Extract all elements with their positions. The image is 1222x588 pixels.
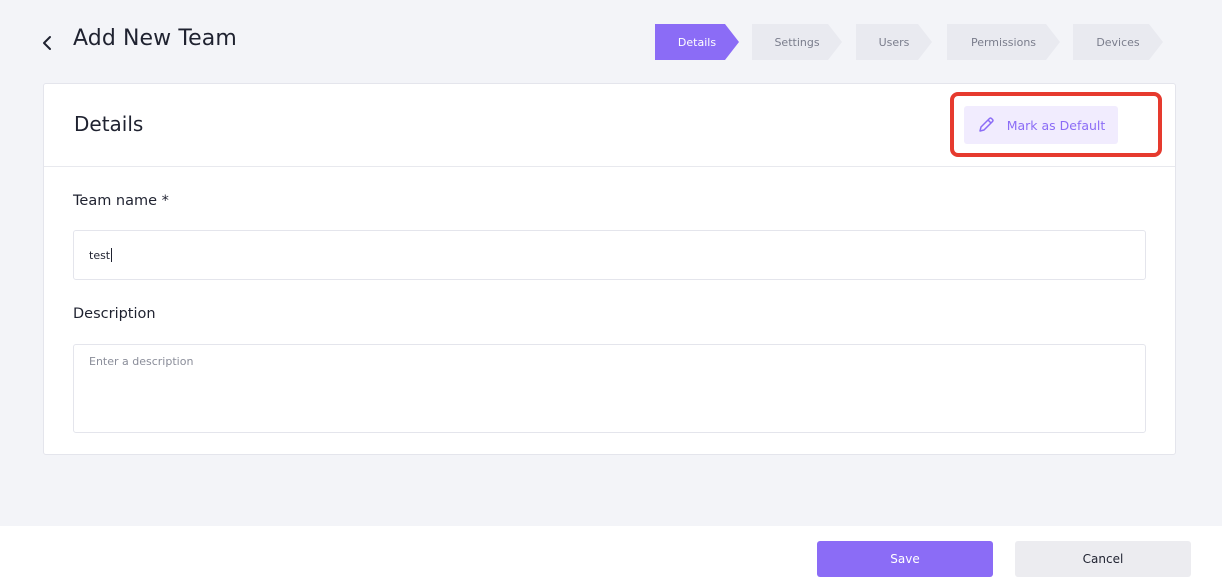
pencil-icon bbox=[978, 117, 994, 132]
page-title: Add New Team bbox=[73, 26, 237, 51]
description-textarea[interactable]: Enter a description bbox=[73, 344, 1146, 433]
card-title: Details bbox=[74, 112, 144, 136]
footer-bar: Save Cancel bbox=[0, 526, 1222, 588]
card-header: Details Mark as Default bbox=[44, 84, 1175, 167]
step-devices[interactable]: Devices bbox=[1073, 24, 1163, 60]
cancel-button[interactable]: Cancel bbox=[1015, 541, 1191, 577]
description-placeholder: Enter a description bbox=[89, 355, 194, 368]
step-permissions[interactable]: Permissions bbox=[947, 24, 1060, 60]
back-button[interactable] bbox=[36, 30, 58, 56]
step-users[interactable]: Users bbox=[856, 24, 932, 60]
team-name-input[interactable]: test bbox=[73, 230, 1146, 280]
chevron-left-icon bbox=[43, 36, 51, 50]
save-button[interactable]: Save bbox=[817, 541, 993, 577]
text-caret bbox=[111, 248, 113, 262]
team-name-value: test bbox=[89, 248, 111, 262]
details-card: Details Mark as Default Team name * test… bbox=[43, 83, 1176, 455]
description-label: Description bbox=[73, 306, 156, 322]
team-name-label: Team name * bbox=[73, 193, 169, 209]
step-settings[interactable]: Settings bbox=[752, 24, 842, 60]
mark-as-default-button[interactable]: Mark as Default bbox=[964, 106, 1118, 144]
mark-as-default-label: Mark as Default bbox=[1006, 117, 1106, 133]
step-details[interactable]: Details bbox=[655, 24, 739, 60]
top-bar: Add New Team Details Settings Users Perm… bbox=[0, 0, 1222, 84]
